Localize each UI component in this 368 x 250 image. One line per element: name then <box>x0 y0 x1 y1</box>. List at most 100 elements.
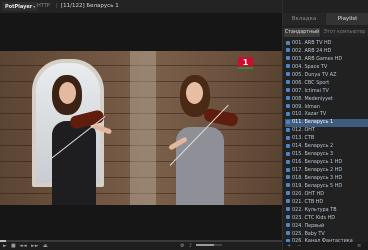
playlist-item-label: 018. Беларусь 3 HD <box>292 174 343 181</box>
playlist-item-label: 025. Baby TV <box>292 230 325 237</box>
remove-icon[interactable]: − <box>297 243 301 249</box>
playlist-subtabs: Стандартный Этот компьютер <box>283 28 368 37</box>
playlist-item[interactable]: 024. Первый <box>285 223 368 231</box>
tv-icon <box>286 207 290 212</box>
playlist-item-label: 024. Первый <box>292 222 325 229</box>
tv-icon <box>286 80 290 85</box>
tv-icon <box>286 56 290 61</box>
settings-icon[interactable]: ⚙ <box>180 243 184 249</box>
panel-tabs: Вкладка Playlist <box>283 13 368 25</box>
previous-icon[interactable]: ◄◄ <box>19 243 27 249</box>
playlist-item[interactable]: 007. Ictimai TV <box>285 88 368 96</box>
chevron-down-icon: ▾ <box>33 4 36 9</box>
tv-icon <box>286 231 290 235</box>
playlist-item[interactable]: 022. Культура ТВ <box>285 207 368 215</box>
playlist-item-label: 015. Беларусь 3 <box>292 151 334 158</box>
violinist-left-dress <box>52 121 96 205</box>
subtab-this-computer[interactable]: Этот компьютер <box>321 28 368 37</box>
playlist-item-label: 008. Medeniyyet <box>292 95 333 102</box>
playlist-item[interactable]: 015. Беларусь 3 <box>285 151 368 159</box>
playlist-item-label: 001. ARB TV HD <box>292 40 332 46</box>
channel-logo: 1 <box>238 57 253 69</box>
add-icon[interactable]: + <box>287 243 291 249</box>
playlist-item[interactable]: 004. Space TV <box>285 64 368 72</box>
playlist-item-label: 009. Idman <box>292 103 320 110</box>
playlist-item[interactable]: 001. ARB TV HD <box>285 40 368 48</box>
playlist-item[interactable]: 005. Dunya TV AZ <box>285 72 368 80</box>
tv-icon <box>286 127 290 132</box>
playlist-item-label: 014. Беларусь 2 <box>292 143 334 150</box>
potplayer-window: PotPlayer▾ HTTP | [11/122] Беларусь 1 1 <box>0 0 368 250</box>
video-area[interactable]: 1 <box>0 51 282 205</box>
playlist-item-label: 005. Dunya TV AZ <box>292 71 337 78</box>
playlist-item-label: 010. Xazar TV <box>292 111 327 118</box>
tv-icon <box>286 135 290 140</box>
next-icon[interactable]: ►► <box>31 243 39 249</box>
play-icon[interactable]: ► <box>3 243 7 249</box>
tv-icon <box>286 223 290 228</box>
tv-icon <box>286 167 290 172</box>
pillar <box>130 51 156 205</box>
playlist-item-label: 020. ОНТ HD <box>292 190 324 197</box>
playlist-item[interactable]: 025. Baby TV <box>285 231 368 239</box>
tv-icon <box>286 215 290 220</box>
menu-icon[interactable]: ≡ <box>357 243 361 249</box>
playlist-item-label: 002. ARB 24 HD <box>292 47 332 54</box>
tv-icon <box>286 143 290 148</box>
playlist-item[interactable]: 006. CBC Sport <box>285 80 368 88</box>
playlist-list: 001. ARB TV HD 002. ARB 24 HD 003. ARB Gam… <box>285 40 368 246</box>
playlist-item[interactable]: 014. Беларусь 2 <box>285 143 368 151</box>
playlist-item[interactable]: 002. ARB 24 HD <box>285 48 368 56</box>
playlist-item-label: 011. Беларусь 1 <box>292 119 334 126</box>
tab-vkladka[interactable]: Вкладка <box>283 13 325 25</box>
volume-level <box>196 244 215 246</box>
playlist-item[interactable]: 018. Беларусь 3 HD <box>285 175 368 183</box>
tv-icon <box>286 88 290 93</box>
playlist-item-label: 016. Беларусь 1 HD <box>292 159 343 166</box>
playlist-footer: + − ≡ <box>283 242 368 250</box>
volume-icon[interactable]: ♪ <box>189 243 192 249</box>
playlist-item-label: 006. CBC Sport <box>292 79 330 86</box>
playlist-item[interactable]: 021. СТВ HD <box>285 199 368 207</box>
playlist-item[interactable]: 012. ОНТ <box>285 127 368 135</box>
control-bar: ► ■ ◄◄ ►► ⏏ ⚙ ♪ <box>0 242 282 250</box>
tv-icon <box>286 96 290 101</box>
tv-icon <box>286 175 290 180</box>
playlist-item[interactable]: 016. Беларусь 1 HD <box>285 159 368 167</box>
volume-slider[interactable] <box>196 244 222 246</box>
playlist-item[interactable]: 011. Беларусь 1 <box>285 119 368 128</box>
tv-icon <box>286 151 290 156</box>
playlist-item[interactable]: 020. ОНТ HD <box>285 191 368 199</box>
subtab-standard[interactable]: Стандартный <box>284 28 320 37</box>
app-logo: PotPlayer <box>5 4 33 10</box>
violinist-left-face <box>59 82 76 104</box>
channel-logo-stripe <box>238 67 253 69</box>
tv-icon <box>286 64 290 69</box>
title-separator: | <box>56 3 58 9</box>
playlist-item-label: 003. ARB Games HD <box>292 55 343 62</box>
tv-icon <box>286 191 290 196</box>
tv-icon <box>286 199 290 204</box>
playlist-item[interactable]: 008. Medeniyyet <box>285 96 368 104</box>
playlist-item[interactable]: 010. Xazar TV <box>285 111 368 119</box>
playlist-item-label: 013. СТВ <box>292 135 315 142</box>
playlist-panel: Вкладка Playlist Стандартный Этот компью… <box>282 0 368 250</box>
tv-icon <box>286 183 290 188</box>
playlist-item[interactable]: 009. Idman <box>285 104 368 112</box>
playlist-item[interactable]: 013. СТВ <box>285 135 368 143</box>
stop-icon[interactable]: ■ <box>11 243 16 249</box>
playlist-item[interactable]: 019. Беларусь 5 HD <box>285 183 368 191</box>
app-menu-button[interactable]: PotPlayer▾ <box>2 2 39 11</box>
tv-icon <box>286 159 290 164</box>
playlist-item-label: 021. СТВ HD <box>292 198 324 205</box>
open-file-icon[interactable]: ⏏ <box>43 243 48 249</box>
playlist-item-label: 023. СТС Kids HD <box>292 214 336 221</box>
playlist-item[interactable]: 003. ARB Games HD <box>285 56 368 64</box>
playlist-item-label: 022. Культура ТВ <box>292 206 337 213</box>
tv-icon <box>286 104 290 108</box>
channel-logo-number: 1 <box>242 58 249 67</box>
tab-playlist[interactable]: Playlist <box>326 13 368 25</box>
playlist-item[interactable]: 017. Беларусь 2 HD <box>285 167 368 175</box>
playlist-item[interactable]: 023. СТС Kids HD <box>285 215 368 223</box>
tv-icon <box>286 111 290 116</box>
